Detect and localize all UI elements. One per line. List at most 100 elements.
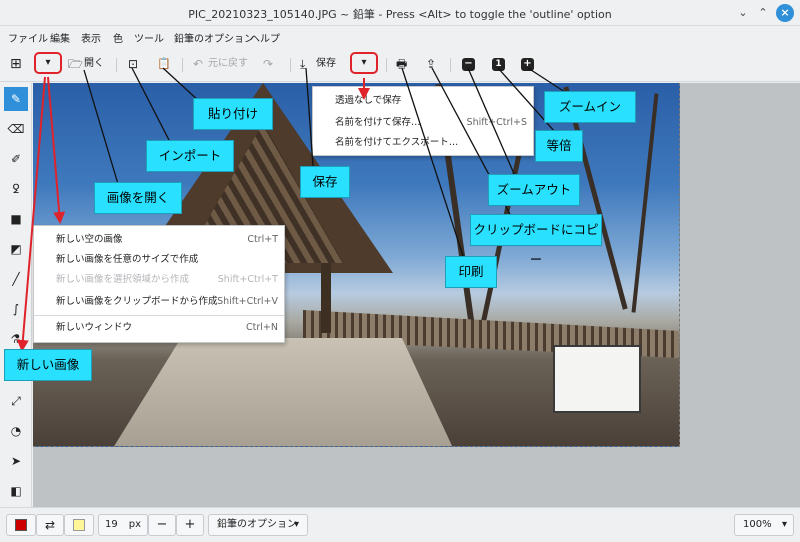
menu-bar: ファイル 編集 表示 色 ツール 鉛筆のオプション ヘルプ bbox=[0, 26, 800, 46]
callout-zoom-in: ズームイン bbox=[544, 91, 636, 123]
menu-item-save-as[interactable]: 名前を付けて保存… Shift+Ctrl+S bbox=[313, 113, 533, 133]
menu-edit[interactable]: 編集 bbox=[50, 30, 70, 45]
status-bar: ⇄ 19 px − + 鉛筆のオプション ▾ 100% ▾ bbox=[0, 507, 800, 542]
shape-tool-icon[interactable]: ◩ bbox=[4, 237, 28, 261]
menu-item-label: 新しい画像をクリップボードから作成 bbox=[56, 296, 218, 307]
tool-options-menu-button[interactable]: 鉛筆のオプション ▾ bbox=[208, 514, 308, 536]
scale-tool-icon[interactable]: ⤢ bbox=[4, 389, 28, 413]
pencil-tool-icon[interactable]: ✎ bbox=[4, 87, 28, 111]
redo-icon[interactable]: ↷ bbox=[263, 54, 273, 74]
callout-import: インポート bbox=[146, 140, 234, 172]
callout-save: 保存 bbox=[300, 166, 350, 198]
menu-color[interactable]: 色 bbox=[113, 30, 123, 45]
gazebo-post bbox=[321, 263, 331, 333]
save-icon[interactable]: ⤓ bbox=[300, 54, 305, 74]
menu-item-shortcut: Shift+Ctrl+V bbox=[217, 296, 278, 307]
import-icon[interactable]: ⊡ bbox=[128, 54, 138, 74]
paste-icon[interactable]: 📋 bbox=[157, 54, 171, 74]
undo-icon[interactable]: ↶ bbox=[193, 54, 203, 74]
tree-trunk bbox=[631, 93, 659, 313]
menu-item-new-blank[interactable]: 新しい空の画像 Ctrl+T bbox=[34, 230, 284, 250]
rotate-tool-icon[interactable]: ◔ bbox=[4, 419, 28, 443]
menu-view[interactable]: 表示 bbox=[81, 30, 101, 45]
fill-tool-icon[interactable]: ⚗ bbox=[4, 327, 28, 351]
text-tool-icon[interactable]: ꝿ bbox=[4, 177, 28, 201]
menu-tools[interactable]: ツール bbox=[134, 30, 164, 45]
new-image-icon[interactable]: ⊞ bbox=[10, 54, 22, 74]
export-icon[interactable]: ⇪ bbox=[426, 54, 436, 74]
toolbar-separator bbox=[386, 58, 387, 72]
toolbar-separator bbox=[450, 58, 451, 72]
info-board bbox=[553, 345, 641, 413]
callout-new-image: 新しい画像 bbox=[4, 349, 92, 381]
callout-zoom-out: ズームアウト bbox=[488, 174, 580, 206]
increase-size-button[interactable]: + bbox=[176, 514, 204, 536]
zoom-out-icon[interactable]: − bbox=[462, 58, 475, 71]
save-button[interactable]: 保存 bbox=[316, 54, 336, 74]
toolbar-separator bbox=[182, 58, 183, 72]
line-tool-icon[interactable]: ╱ bbox=[4, 267, 28, 291]
secondary-color-button[interactable] bbox=[64, 514, 94, 536]
callout-actual-size: 等倍 bbox=[535, 130, 583, 162]
menu-item-label: 名前を付けてエクスポート… bbox=[335, 137, 459, 148]
zoom-menu-button[interactable]: 100% ▾ bbox=[734, 514, 794, 536]
save-menu: 透過なしで保存 名前を付けて保存… Shift+Ctrl+S 名前を付けてエクス… bbox=[312, 86, 534, 156]
close-button[interactable]: × bbox=[776, 4, 794, 22]
open-button[interactable]: 開く bbox=[84, 54, 104, 74]
tool-size-unit: px bbox=[128, 519, 141, 530]
callout-open-image: 画像を開く bbox=[94, 182, 182, 214]
menu-file[interactable]: ファイル bbox=[8, 30, 48, 45]
menu-item-label: 新しい画像を任意のサイズで作成 bbox=[56, 254, 199, 265]
menu-item-new-custom-size[interactable]: 新しい画像を任意のサイズで作成 bbox=[34, 250, 284, 270]
title-bar: PIC_20210323_105140.JPG ~ 鉛筆 - Press <Al… bbox=[0, 0, 800, 26]
undo-button[interactable]: 元に戻す bbox=[208, 54, 248, 74]
toolbar-separator bbox=[290, 58, 291, 72]
menu-item-new-from-clipboard[interactable]: 新しい画像をクリップボードから作成 Shift+Ctrl+V bbox=[34, 292, 284, 312]
menu-item-shortcut: Shift+Ctrl+T bbox=[217, 274, 278, 285]
highlighter-tool-icon[interactable]: ✐ bbox=[4, 147, 28, 171]
menu-help[interactable]: ヘルプ bbox=[250, 30, 280, 45]
menu-item-save-no-transparency[interactable]: 透過なしで保存 bbox=[313, 91, 533, 111]
menu-item-label: 新しいウィンドウ bbox=[56, 322, 133, 333]
zoom-in-icon[interactable]: + bbox=[521, 58, 534, 71]
menu-item-label: 透過なしで保存 bbox=[335, 95, 402, 106]
save-dropdown-button[interactable]: ▾ bbox=[350, 52, 378, 74]
menu-item-shortcut: Ctrl+N bbox=[246, 322, 278, 333]
menu-pencil-options[interactable]: 鉛筆のオプション bbox=[174, 30, 254, 45]
decrease-size-button[interactable]: − bbox=[148, 514, 176, 536]
open-icon[interactable]: 🗁 bbox=[68, 54, 83, 74]
wooden-deck bbox=[113, 338, 453, 446]
menu-item-export-as[interactable]: 名前を付けてエクスポート… bbox=[313, 133, 533, 153]
menu-item-new-window[interactable]: 新しいウィンドウ Ctrl+N bbox=[34, 318, 284, 338]
menu-item-shortcut: Shift+Ctrl+S bbox=[466, 117, 527, 128]
window-title: PIC_20210323_105140.JPG ~ 鉛筆 - Press <Al… bbox=[188, 8, 612, 21]
print-icon[interactable]: 🖶 bbox=[396, 54, 407, 74]
new-image-dropdown-button[interactable]: ▾ bbox=[34, 52, 62, 74]
menu-item-new-from-selection: 新しい画像を選択領域から作成 Shift+Ctrl+T bbox=[34, 270, 284, 290]
menu-item-label: 名前を付けて保存… bbox=[335, 117, 421, 128]
swap-colors-button[interactable]: ⇄ bbox=[36, 514, 64, 536]
secondary-color-swatch bbox=[73, 519, 85, 531]
toolbar-separator bbox=[116, 58, 117, 72]
eraser-tool-icon[interactable]: ⌫ bbox=[4, 117, 28, 141]
maximize-button[interactable]: ⌃ bbox=[754, 4, 772, 22]
skew-tool-icon[interactable]: ➤ bbox=[4, 449, 28, 473]
tool-sidebar: ✎ ⌫ ✐ ꝿ ■ ◩ ╱ ∫ ⚗ ⤢ ◔ ➤ ◧ bbox=[0, 83, 32, 507]
actual-size-icon[interactable]: 1 bbox=[492, 58, 505, 71]
callout-print: 印刷 bbox=[445, 256, 497, 288]
primary-color-button[interactable] bbox=[6, 514, 36, 536]
minimize-button[interactable]: ⌄ bbox=[734, 4, 752, 22]
menu-item-shortcut: Ctrl+T bbox=[247, 234, 278, 245]
tool-options-label: 鉛筆のオプション bbox=[217, 519, 297, 530]
menu-item-label: 新しい画像を選択領域から作成 bbox=[56, 274, 190, 285]
tool-size-field[interactable]: 19 px bbox=[98, 514, 148, 536]
rectangle-tool-icon[interactable]: ■ bbox=[4, 207, 28, 231]
tool-size-value: 19 bbox=[105, 519, 118, 530]
filters-tool-icon[interactable]: ◧ bbox=[4, 479, 28, 503]
menu-separator bbox=[34, 315, 284, 316]
toolbar: ⊞ ▾ 🗁 開く ⊡ 📋 ↶ 元に戻す ↷ ⤓ 保存 ▾ 🖶 ⇪ − 1 + bbox=[0, 46, 800, 82]
chevron-down-icon: ▾ bbox=[781, 519, 787, 530]
chevron-down-icon: ▾ bbox=[293, 519, 299, 530]
callout-paste: 貼り付け bbox=[193, 98, 273, 130]
curve-tool-icon[interactable]: ∫ bbox=[4, 297, 28, 321]
